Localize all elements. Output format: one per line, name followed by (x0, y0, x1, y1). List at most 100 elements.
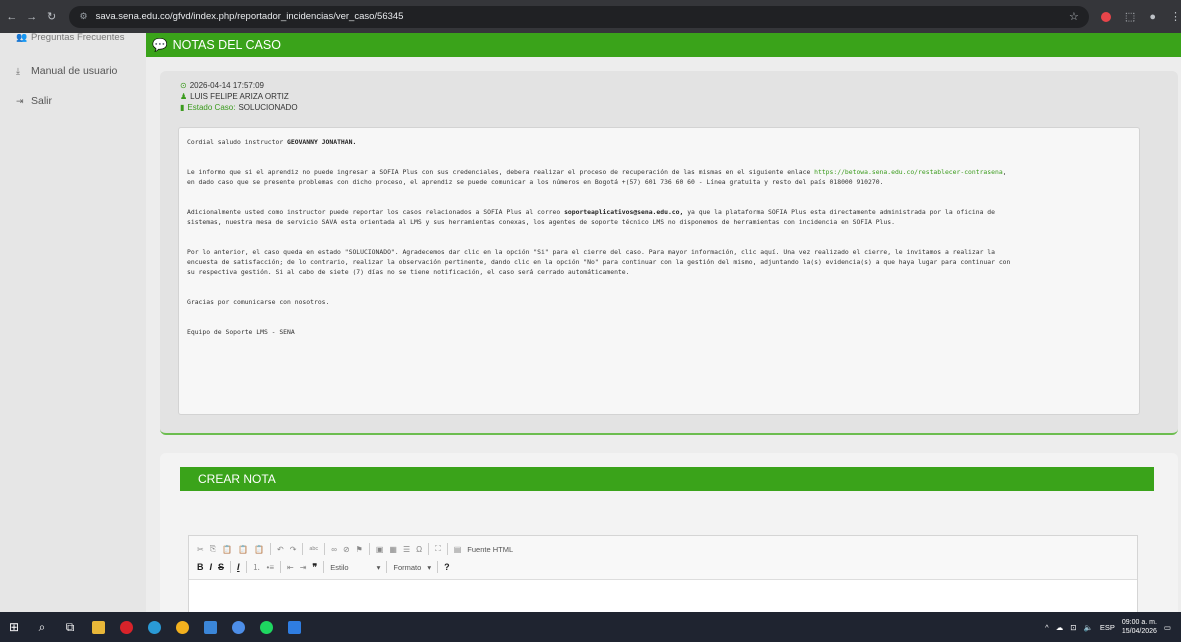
p2-text-cont: ya que la plataforma SOFIA Plus esta dir… (683, 208, 995, 216)
outdent-icon[interactable]: ⇤ (287, 563, 294, 572)
forward-icon[interactable]: → (24, 11, 40, 23)
extension-icon[interactable] (1100, 11, 1111, 22)
system-tray: ^ ☁ ⊡ 🔈 ESP 09:00 a. m. 15/04/2026 ▭ (1045, 618, 1181, 636)
download-icon: ⤓ (16, 65, 20, 76)
paste-text-icon[interactable]: 📋 (238, 545, 248, 554)
maximize-icon[interactable]: ⛶ (435, 544, 441, 554)
source-icon[interactable]: ▤ (454, 545, 462, 554)
back-icon[interactable]: ← (4, 11, 20, 23)
sidebar-item-label: Preguntas Frecuentes (31, 33, 125, 43)
sidebar-item-faq[interactable]: 👥 Preguntas Frecuentes (0, 33, 146, 47)
windows-start-icon[interactable]: ⊞ (0, 613, 28, 641)
signature: Equipo de Soporte LMS - SENA (187, 328, 295, 336)
help-icon[interactable]: ? (444, 562, 450, 572)
notifications-icon[interactable]: ▭ (1164, 623, 1171, 632)
unlink-icon[interactable]: ⊘ (343, 545, 350, 554)
chevron-down-icon[interactable]: ▾ (427, 563, 431, 572)
menu-kebab-icon[interactable]: ⋮ (1170, 10, 1181, 23)
reset-password-link[interactable]: https://betowa.sena.edu.co/restablecer-c… (814, 168, 1003, 176)
strike-button[interactable]: S (218, 562, 224, 572)
redo-icon[interactable]: ↷ (290, 545, 297, 554)
logout-icon: ⇥ (16, 95, 24, 106)
paragraph-4: Gracias por comunicarse con nosotros. (187, 298, 330, 306)
paste-word-icon[interactable]: 📋 (254, 545, 264, 554)
app-icon[interactable] (196, 613, 224, 641)
link-icon[interactable]: ∞ (331, 545, 337, 554)
language-indicator[interactable]: ESP (1100, 623, 1115, 632)
blockquote-icon[interactable]: ❞ (312, 562, 317, 573)
opera-icon[interactable] (112, 613, 140, 641)
paste-icon[interactable]: 📋 (222, 545, 232, 554)
indent-icon[interactable]: ⇥ (300, 563, 307, 572)
note-meta: ⊙ 2026-04-14 17:57:09 ♟ LUIS FELIPE ARIZA … (180, 80, 298, 113)
chrome-profile-icon[interactable] (224, 613, 252, 641)
volume-icon[interactable]: 🔈 (1084, 623, 1093, 632)
user-icon: ♟ (180, 92, 188, 101)
table-icon[interactable]: ▦ (389, 545, 397, 554)
reload-icon[interactable]: ↻ (44, 10, 60, 23)
source-html-button[interactable]: Fuente HTML (467, 545, 513, 554)
spotify-icon[interactable] (252, 613, 280, 641)
paragraph-3b: encuesta de satisfacción; de lo contrari… (187, 258, 1011, 266)
sidebar: 👥 Preguntas Frecuentes ⤓ Manual de usuar… (0, 33, 146, 612)
bold-button[interactable]: B (197, 562, 204, 572)
copy-icon[interactable]: ⎘ (210, 544, 216, 554)
bullet-list-icon[interactable]: •≡ (267, 563, 274, 572)
paragraph-1: Le informo que si el aprendiz no puede i… (187, 167, 1131, 177)
cloud-icon[interactable]: ☁ (1056, 623, 1064, 632)
paragraph-3a: Por lo anterior, el caso queda en estado… (187, 248, 995, 256)
support-email: soporteaplicativos@sena.edu.co, (564, 208, 684, 216)
extensions-puzzle-icon[interactable]: ⬚ (1125, 10, 1135, 23)
style-dropdown[interactable]: Estilo (330, 563, 348, 572)
network-icon[interactable]: ⊡ (1070, 623, 1076, 632)
paragraph-1b: en dado caso que se presente problemas c… (187, 178, 884, 186)
anchor-flag-icon[interactable]: ⚑ (356, 545, 363, 554)
page-content: 👥 Preguntas Frecuentes ⤓ Manual de usuar… (0, 33, 1181, 612)
p2-text: Adicionalmente usted como instructor pue… (187, 208, 565, 216)
chrome-icon[interactable] (168, 613, 196, 641)
create-note-header: CREAR NOTA (180, 467, 1154, 491)
p1-text: Le informo que si el aprendiz no puede i… (187, 168, 815, 176)
sidebar-item-label: Manual de usuario (31, 65, 118, 77)
clock[interactable]: 09:00 a. m. 15/04/2026 (1122, 618, 1157, 636)
status-label: Estado Caso: (187, 103, 236, 112)
sidebar-item-salir[interactable]: ⇥ Salir (0, 91, 146, 111)
special-char-icon[interactable]: Ω (416, 545, 422, 554)
editor-toolbar: ✂ ⎘ 📋 📋 📋 ↶ ↷ ᵃᵇᶜ ∞ ⊘ ⚑ ▣ ▦ ☰ Ω ⛶ ▤ Fuen… (189, 536, 1137, 580)
numbered-list-icon[interactable]: ⒈ (253, 562, 261, 573)
comments-icon: 💬 (152, 37, 168, 52)
undo-icon[interactable]: ↶ (277, 545, 284, 554)
sidebar-item-manual[interactable]: ⤓ Manual de usuario (0, 61, 146, 81)
edge-icon[interactable] (140, 613, 168, 641)
search-icon[interactable]: ⌕ (28, 613, 56, 641)
clock-date: 15/04/2026 (1121, 628, 1157, 635)
file-explorer-icon[interactable] (84, 613, 112, 641)
main-panel: 💬 NOTAS DEL CASO ⊙ 2026-04-14 17:57:09 ♟ L… (146, 33, 1181, 612)
rich-text-editor[interactable]: ✂ ⎘ 📋 📋 📋 ↶ ↷ ᵃᵇᶜ ∞ ⊘ ⚑ ▣ ▦ ☰ Ω ⛶ ▤ Fuen… (188, 535, 1138, 612)
store-icon[interactable] (280, 613, 308, 641)
notes-header: 💬 NOTAS DEL CASO (146, 33, 1181, 57)
clock-icon: ⊙ (180, 81, 187, 90)
site-settings-icon[interactable]: ⚙ (79, 11, 87, 22)
task-view-icon[interactable]: ⧉ (56, 613, 84, 641)
note-author: LUIS FELIPE ARIZA ORTIZ (190, 92, 289, 101)
horizontal-line-icon[interactable]: ☰ (403, 545, 410, 554)
italic-button[interactable]: I (210, 562, 213, 572)
note-message: Cordial saludo instructor GEOVANNY JONAT… (178, 127, 1140, 415)
address-bar[interactable]: ⚙ sava.sena.edu.co/gfvd/index.php/report… (69, 5, 1089, 28)
windows-taskbar: ⊞ ⌕ ⧉ ^ ☁ ⊡ 🔈 ESP 09:00 a. m. 15/04/2026… (0, 612, 1181, 642)
chevron-down-icon[interactable]: ▾ (377, 563, 381, 572)
profile-icon[interactable]: ● (1149, 11, 1156, 23)
instructor-name: GEOVANNY JONATHAN. (287, 138, 357, 146)
paragraph-3c: su respectiva gestión. Si al cabo de sie… (187, 268, 630, 276)
cut-icon[interactable]: ✂ (197, 545, 204, 554)
greeting-text: Cordial saludo instructor (187, 138, 288, 146)
format-dropdown[interactable]: Formato (393, 563, 421, 572)
spellcheck-icon[interactable]: ᵃᵇᶜ (309, 545, 318, 554)
image-icon[interactable]: ▣ (376, 545, 384, 554)
paragraph-2: Adicionalmente usted como instructor pue… (187, 207, 1131, 217)
users-icon: 👥 (16, 33, 28, 42)
chevron-up-icon[interactable]: ^ (1045, 623, 1049, 632)
remove-format-icon[interactable]: I (237, 562, 240, 572)
bookmark-star-icon[interactable]: ☆ (1069, 10, 1079, 23)
